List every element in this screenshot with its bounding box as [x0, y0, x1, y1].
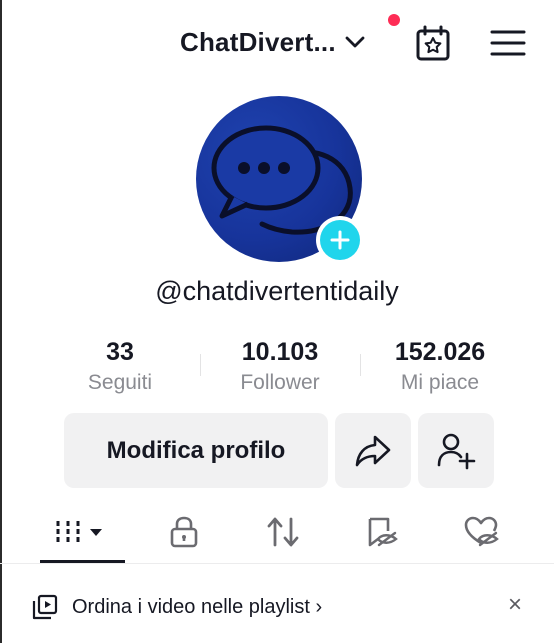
chevron-down-icon	[345, 36, 365, 48]
stat-value: 33	[106, 338, 134, 366]
add-friend-button[interactable]	[418, 413, 494, 488]
notification-dot	[388, 14, 400, 26]
share-profile-button[interactable]	[335, 413, 411, 488]
profile-stats: 33 Seguiti 10.103 Follower 152.026 Mi pi…	[40, 336, 534, 402]
edit-profile-button[interactable]: Modifica profilo	[64, 413, 328, 488]
plus-icon	[330, 230, 350, 250]
stat-value: 10.103	[241, 338, 319, 366]
edit-profile-label: Modifica profilo	[106, 436, 286, 464]
profile-tabs	[0, 506, 554, 564]
share-arrow-icon	[355, 435, 391, 466]
heart-hidden-icon	[464, 516, 499, 547]
stat-value: 152.026	[394, 338, 486, 366]
tabs-divider	[0, 563, 554, 564]
stat-following[interactable]: 33 Seguiti	[40, 336, 200, 398]
stat-likes[interactable]: 152.026 Mi piace	[360, 336, 520, 398]
calendar-star-icon[interactable]	[414, 24, 452, 62]
tab-favorites[interactable]	[342, 506, 422, 558]
tab-videos[interactable]	[42, 506, 122, 558]
playlist-icon	[32, 594, 58, 620]
lock-icon	[170, 516, 198, 548]
grid-icon	[56, 521, 102, 543]
tab-private[interactable]	[144, 506, 224, 558]
account-switcher[interactable]: ChatDivert...	[180, 24, 366, 60]
bookmark-hidden-icon	[368, 517, 398, 547]
add-friend-icon	[437, 433, 476, 469]
repost-icon	[267, 517, 299, 547]
stat-label: Mi piace	[400, 371, 480, 394]
tab-reposts[interactable]	[243, 506, 323, 558]
username-handle: @chatdivertentidaily	[155, 276, 399, 306]
add-avatar-button[interactable]	[316, 216, 364, 264]
playlist-banner-text: Ordina i video nelle playlist ›	[72, 596, 323, 618]
stat-followers[interactable]: 10.103 Follower	[200, 336, 360, 398]
stat-label: Follower	[240, 371, 320, 394]
playlist-banner[interactable]: Ordina i video nelle playlist › ×	[0, 574, 554, 640]
tab-liked[interactable]	[442, 506, 522, 558]
hamburger-menu-icon[interactable]	[490, 28, 526, 58]
stat-label: Seguiti	[87, 371, 153, 394]
close-icon[interactable]: ×	[504, 593, 526, 617]
top-bar: ChatDivert...	[0, 0, 554, 86]
account-name: ChatDivert...	[180, 26, 336, 57]
